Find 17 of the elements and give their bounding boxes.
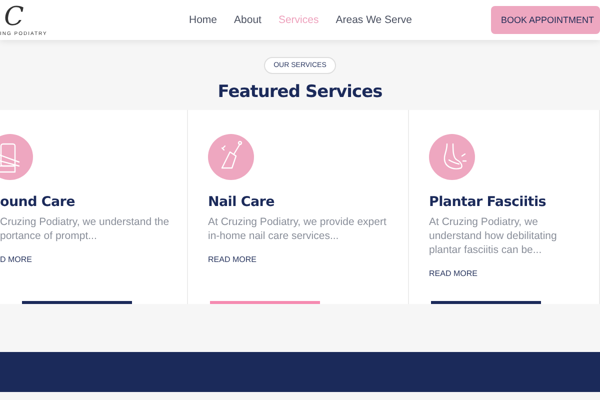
card-description: Cruzing Podiatry, we understand the portance of prompt... <box>0 215 170 243</box>
card-description: At Cruzing Podiatry, we understand how debilitating plantar fasciitis can be... <box>429 215 558 257</box>
read-more-link[interactable]: READ MORE <box>429 269 478 278</box>
card-title: Plantar Fasciitis <box>429 194 548 210</box>
read-more-link[interactable]: READ MORE <box>208 255 256 264</box>
book-appointment-button[interactable]: BOOK APPOINTMENT <box>490 6 600 34</box>
card-description: At Cruzing Podiatry, we provide expert in-home nail care services... <box>208 215 388 243</box>
card-title: Nail Care <box>208 194 276 210</box>
nav-link[interactable]: Home <box>189 14 218 26</box>
logo-mark: C <box>4 3 24 31</box>
section-title: Featured Services <box>218 82 382 102</box>
read-more-link[interactable]: D MORE <box>0 255 32 264</box>
card-title: ound Care <box>0 194 76 210</box>
nav-link[interactable]: Areas We Serve <box>336 14 412 26</box>
nail-care-icon <box>208 134 254 180</box>
nav-link[interactable]: About <box>234 14 262 26</box>
foot-icon <box>429 134 475 180</box>
